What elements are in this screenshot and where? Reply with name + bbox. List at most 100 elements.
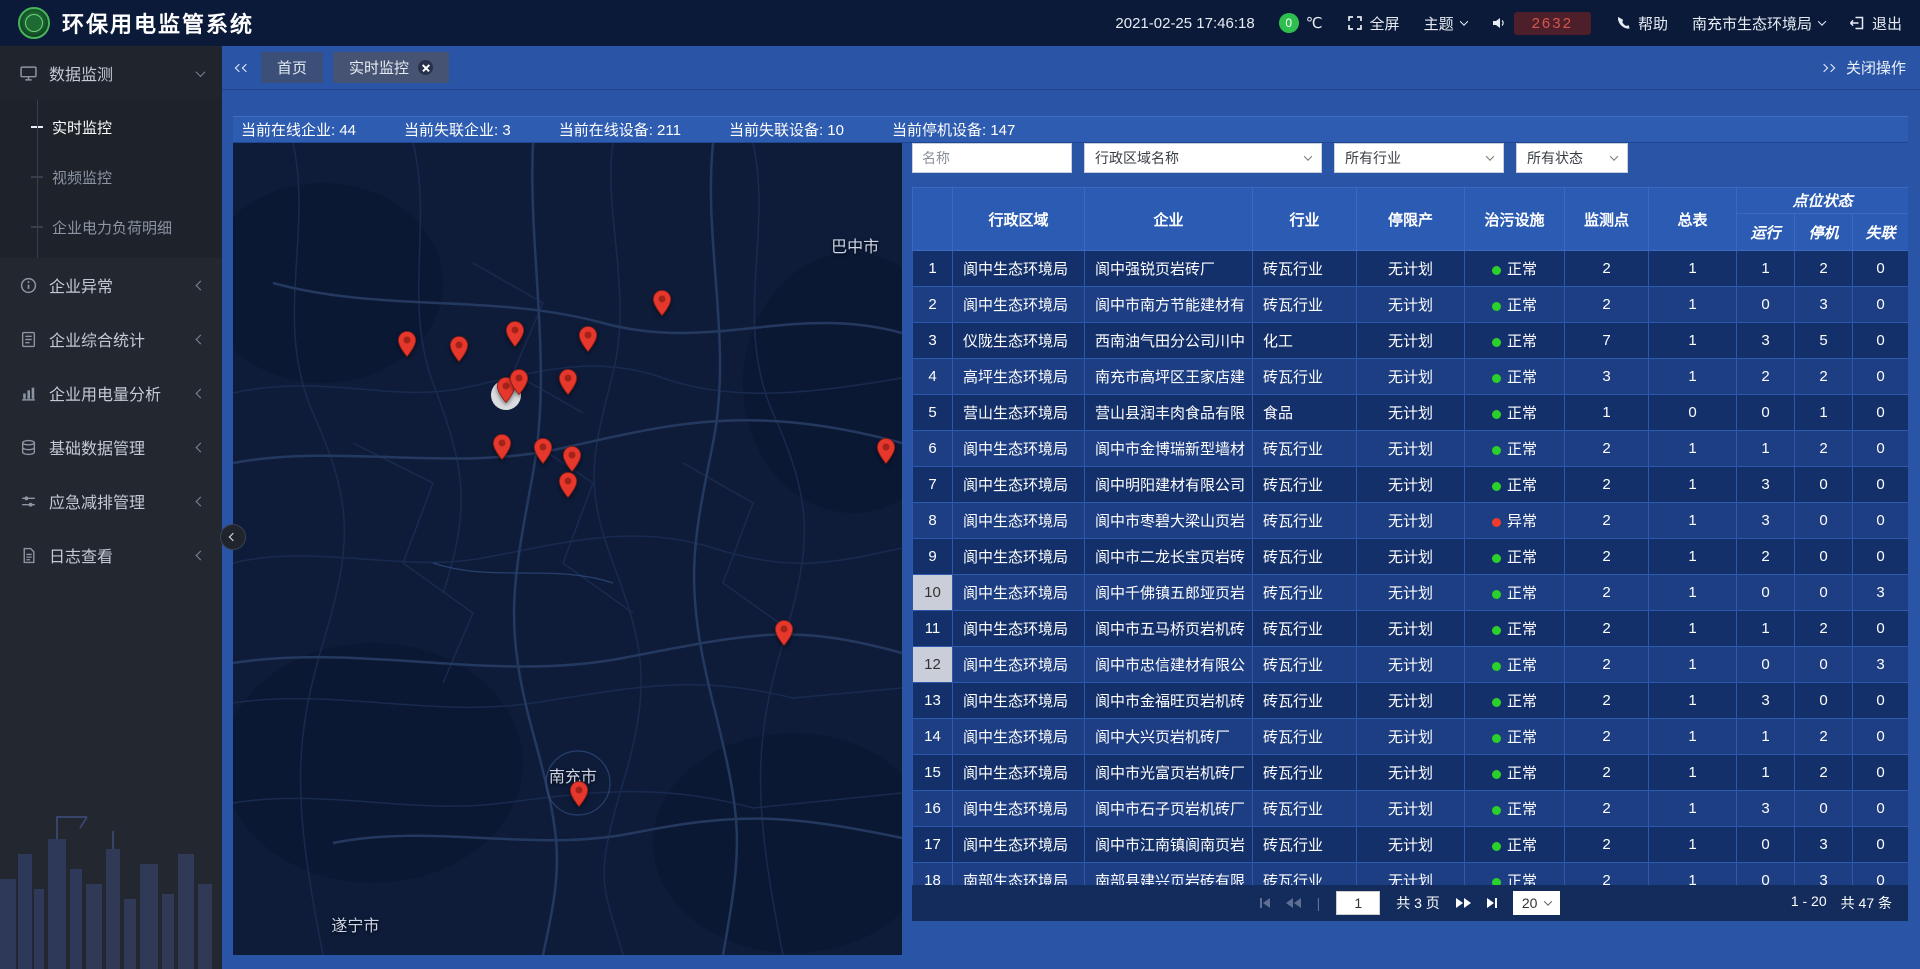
sidebar-section-company-statistics[interactable]: 企业综合统计 — [0, 312, 222, 366]
theme-menu[interactable]: 主题 — [1424, 13, 1467, 34]
map-pin[interactable] — [533, 437, 553, 465]
map-pin[interactable] — [876, 437, 896, 465]
cell-lost-count: 0 — [1853, 791, 1909, 827]
name-filter-input[interactable] — [912, 143, 1072, 173]
table-row[interactable]: 16阆中生态环境局阆中市石子页岩机砖厂砖瓦行业无计划正常21300 — [913, 791, 1909, 827]
header-actions: 2021-02-25 17:46:18 0 ℃ 全屏 主题 2632 帮助 — [1115, 12, 1902, 35]
cell-company: 阆中市五马桥页岩机砖 — [1085, 611, 1253, 647]
help-button[interactable]: 帮助 — [1615, 13, 1668, 34]
map-city-label: 遂宁市 — [331, 912, 379, 936]
header-facility[interactable]: 治污设施 — [1465, 188, 1565, 251]
cell-run-count: 0 — [1737, 863, 1795, 886]
status-dot — [1492, 626, 1501, 635]
table-row[interactable]: 12阆中生态环境局阆中市忠信建材有限公砖瓦行业无计划正常21003 — [913, 647, 1909, 683]
sidebar-section-data-monitoring[interactable]: 数据监测 — [0, 46, 222, 100]
header-stop[interactable]: 停机 — [1795, 214, 1853, 251]
header-limit-production[interactable]: 停限产 — [1357, 188, 1465, 251]
header-total-meters[interactable]: 总表 — [1649, 188, 1737, 251]
sidebar-section-emergency-reduction[interactable]: 应急减排管理 — [0, 474, 222, 528]
table-row[interactable]: 13阆中生态环境局阆中市金福旺页岩机砖砖瓦行业无计划正常21300 — [913, 683, 1909, 719]
table-row[interactable]: 1阆中生态环境局阆中强锐页岩砖厂砖瓦行业无计划正常21120 — [913, 251, 1909, 287]
table-row[interactable]: 5营山生态环境局营山县润丰肉食品有限食品无计划正常10010 — [913, 395, 1909, 431]
sidebar-section-company-abnormal[interactable]: 企业异常 — [0, 258, 222, 312]
sidebar-collapse-toggle[interactable] — [220, 524, 246, 550]
cell-run-count: 2 — [1737, 539, 1795, 575]
sidebar-section-log-view[interactable]: 日志查看 — [0, 528, 222, 582]
table-row[interactable]: 14阆中生态环境局阆中大兴页岩机砖厂砖瓦行业无计划正常21120 — [913, 719, 1909, 755]
map-pin[interactable] — [578, 325, 598, 353]
table-row[interactable]: 9阆中生态环境局阆中市二龙长宝页岩砖砖瓦行业无计划正常21200 — [913, 539, 1909, 575]
tabs-scroll-left-icon[interactable] — [236, 65, 249, 71]
cell-company: 阆中强锐页岩砖厂 — [1085, 251, 1253, 287]
map-pin[interactable] — [558, 368, 578, 396]
header-industry[interactable]: 行业 — [1253, 188, 1357, 251]
table-row[interactable]: 2阆中生态环境局阆中市南方节能建材有砖瓦行业无计划正常21030 — [913, 287, 1909, 323]
header-monitor-points[interactable]: 监测点 — [1565, 188, 1649, 251]
cell-lost-count: 0 — [1853, 827, 1909, 863]
table-row[interactable]: 10阆中生态环境局阆中千佛镇五郎垭页岩砖瓦行业无计划正常21003 — [913, 575, 1909, 611]
cell-facility-status: 正常 — [1465, 251, 1565, 287]
map-pin[interactable] — [569, 780, 589, 808]
region-filter-select[interactable]: 行政区域名称 — [1084, 143, 1322, 173]
page-size-select[interactable]: 20 — [1513, 891, 1561, 915]
map-pin[interactable] — [558, 471, 578, 499]
industry-filter-select[interactable]: 所有行业 — [1334, 143, 1504, 173]
cell-region: 南部生态环境局 — [953, 863, 1085, 886]
announcement-ticker[interactable]: 2632 — [1491, 12, 1591, 35]
table-row[interactable]: 11阆中生态环境局阆中市五马桥页岩机砖砖瓦行业无计划正常21120 — [913, 611, 1909, 647]
header-run[interactable]: 运行 — [1737, 214, 1795, 251]
cell-stop-count: 0 — [1795, 539, 1853, 575]
cell-total-meters: 1 — [1649, 755, 1737, 791]
map-pin[interactable] — [505, 320, 525, 348]
tab-实时监控[interactable]: 实时监控 — [333, 52, 449, 83]
cell-run-count: 3 — [1737, 323, 1795, 359]
table-row[interactable]: 18南部生态环境局南部县建兴页岩砖有限砖瓦行业无计划正常21030 — [913, 863, 1909, 886]
table-row[interactable]: 7阆中生态环境局阆中明阳建材有限公司砖瓦行业无计划正常21300 — [913, 467, 1909, 503]
first-page-button[interactable] — [1260, 898, 1270, 908]
header-region[interactable]: 行政区域 — [953, 188, 1085, 251]
map-panel[interactable]: 巴中市南充市遂宁市 — [233, 143, 902, 955]
close-operations-button[interactable]: 关闭操作 — [1846, 57, 1906, 78]
table-row[interactable]: 6阆中生态环境局阆中市金博瑞新型墙材砖瓦行业无计划正常21120 — [913, 431, 1909, 467]
tabs-scroll-right-icon[interactable] — [1821, 65, 1834, 71]
table-row[interactable]: 8阆中生态环境局阆中市枣碧大梁山页岩砖瓦行业无计划异常21300 — [913, 503, 1909, 539]
sidebar-section-base-data-management[interactable]: 基础数据管理 — [0, 420, 222, 474]
header-index — [913, 188, 953, 251]
prev-page-button[interactable] — [1286, 898, 1301, 908]
sidebar-item-power-load-detail[interactable]: 企业电力负荷明细 — [0, 202, 222, 252]
cell-facility-status: 正常 — [1465, 863, 1565, 886]
page-number-input[interactable] — [1336, 891, 1380, 915]
tab-首页[interactable]: 首页 — [261, 52, 323, 83]
fullscreen-button[interactable]: 全屏 — [1347, 13, 1400, 34]
map-pin[interactable] — [562, 445, 582, 473]
table-row[interactable]: 17阆中生态环境局阆中市江南镇阆南页岩砖瓦行业无计划正常21030 — [913, 827, 1909, 863]
table-row[interactable]: 4高坪生态环境局南充市高坪区王家店建砖瓦行业无计划正常31220 — [913, 359, 1909, 395]
sidebar-item-realtime-monitor[interactable]: 实时监控 — [0, 102, 222, 152]
map-pin[interactable] — [652, 289, 672, 317]
table-row[interactable]: 3仪陇生态环境局西南油气田分公司川中化工无计划正常71350 — [913, 323, 1909, 359]
logout-button[interactable]: 退出 — [1849, 13, 1902, 34]
map-pin[interactable] — [492, 433, 512, 461]
status-filter-select[interactable]: 所有状态 — [1516, 143, 1628, 173]
filter-row: 行政区域名称 所有行业 所有状态 — [912, 143, 1908, 173]
status-dot — [1492, 806, 1501, 815]
header-lost[interactable]: 失联 — [1853, 214, 1909, 251]
map-pin[interactable] — [397, 330, 417, 358]
map-pin[interactable] — [509, 368, 529, 396]
cell-total-meters: 1 — [1649, 539, 1737, 575]
tab-close-icon[interactable] — [418, 60, 433, 75]
cell-lost-count: 0 — [1853, 431, 1909, 467]
sidebar-section-power-usage-analysis[interactable]: 企业用电量分析 — [0, 366, 222, 420]
map-pin[interactable] — [449, 335, 469, 363]
last-page-button[interactable] — [1487, 898, 1497, 908]
header-company[interactable]: 企业 — [1085, 188, 1253, 251]
map-pin[interactable] — [774, 619, 794, 647]
chevron-down-icon — [1544, 897, 1552, 905]
next-page-button[interactable] — [1456, 898, 1471, 908]
cell-limit-production: 无计划 — [1357, 359, 1465, 395]
sidebar-item-video-monitor[interactable]: 视频监控 — [0, 152, 222, 202]
row-index: 16 — [913, 791, 953, 827]
cell-facility-status: 正常 — [1465, 287, 1565, 323]
org-menu[interactable]: 南充市生态环境局 — [1692, 13, 1825, 34]
table-row[interactable]: 15阆中生态环境局阆中市光富页岩机砖厂砖瓦行业无计划正常21120 — [913, 755, 1909, 791]
